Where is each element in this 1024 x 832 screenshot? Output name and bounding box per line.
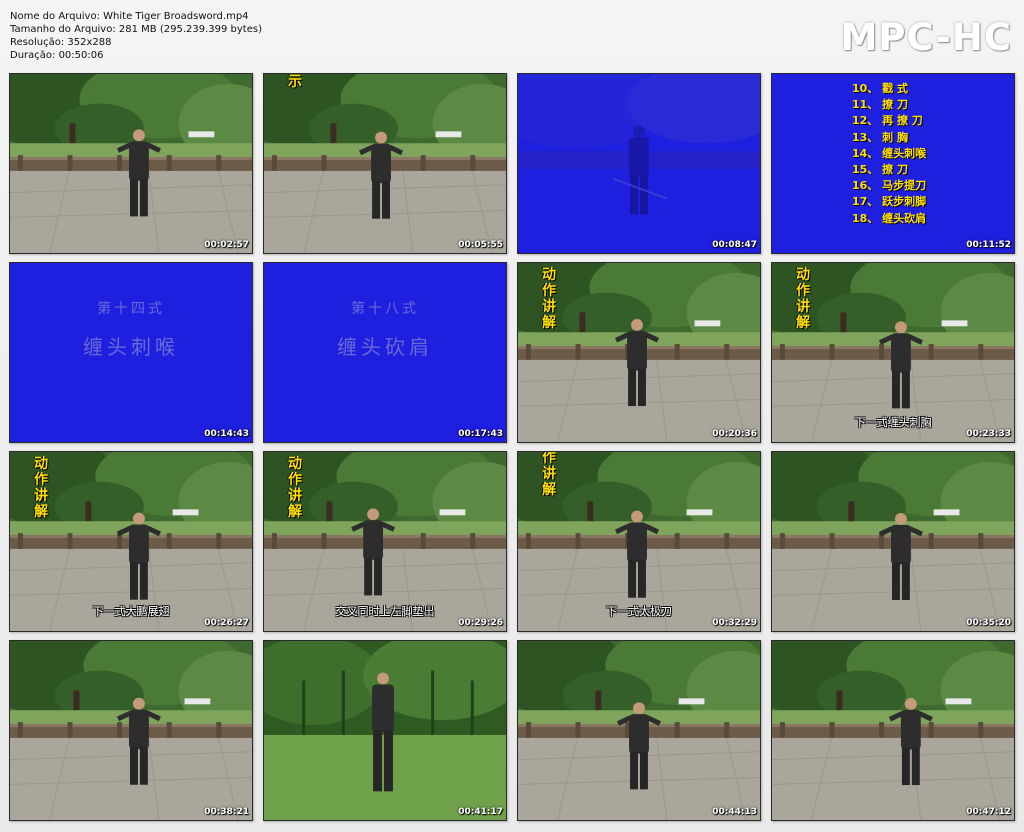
form-move-item: 18、 缠头砍肩 bbox=[852, 211, 927, 225]
video-frame-image bbox=[10, 641, 252, 820]
form-move-list: 10、 戳 式 11、 撩 刀 12、 再 撩 刀 13、 刺 胸 14、 缠头刺喉 15… bbox=[852, 81, 926, 227]
thumbnail-timestamp: 00:26:27 bbox=[204, 618, 249, 628]
video-frame-image bbox=[264, 641, 506, 820]
thumbnail-timestamp: 00:38:21 bbox=[204, 807, 249, 817]
video-subtitle: 下一式缠头刺胸 bbox=[854, 416, 932, 429]
thumbnail-timestamp: 00:32:29 bbox=[712, 618, 757, 628]
form-move-item: 10、 戳 式 bbox=[852, 82, 908, 95]
thumbnail-timestamp: 00:44:13 bbox=[712, 807, 757, 817]
thumbnail-timestamp: 00:35:20 bbox=[966, 618, 1011, 628]
video-thumbnail: 00:35:20 bbox=[771, 451, 1015, 632]
file-size: Tamanho do Arquivo: 281 MB (295.239.399 … bbox=[10, 24, 262, 35]
video-thumbnail: 00:08:47 bbox=[517, 73, 761, 254]
video-thumbnail: 00:41:17 bbox=[263, 640, 507, 821]
form-move-item: 14、 缠头刺喉 bbox=[852, 146, 927, 160]
video-thumbnail: 第十四式缠头刺喉 00:14:43 bbox=[9, 262, 253, 443]
chapter-name: 缠头砍肩 bbox=[337, 335, 433, 359]
thumbnail-timestamp: 00:11:52 bbox=[966, 240, 1011, 250]
form-move-item: 15、 撩 刀 bbox=[852, 163, 908, 177]
thumbnail-grid: 00:02:57 示 00:05:55 00:08:47 10、 戳 式 11、… bbox=[9, 73, 1015, 821]
form-move-item: 17、 跃步刺脚 bbox=[852, 195, 927, 209]
form-move-item: 13、 刺 胸 bbox=[852, 130, 908, 144]
video-thumbnail: 动作讲解交叉同时上左脚垫出 00:29:26 bbox=[263, 451, 507, 632]
video-thumbnail: 00:47:12 bbox=[771, 640, 1015, 821]
vertical-caption: 示 bbox=[288, 74, 302, 90]
chapter-title-card: 第十八式 缠头砍肩 bbox=[264, 299, 506, 367]
video-thumbnail: 作讲解下一式太极刀 00:32:29 bbox=[517, 451, 761, 632]
form-move-item: 12、 再 撩 刀 bbox=[852, 114, 923, 128]
video-frame-image bbox=[772, 641, 1014, 820]
chapter-number: 第十四式 bbox=[97, 301, 165, 317]
video-duration: Duração: 00:50:06 bbox=[10, 50, 104, 61]
video-thumbnail: 00:38:21 bbox=[9, 640, 253, 821]
form-move-item: 16、 马步提刀 bbox=[852, 179, 927, 193]
video-thumbnail: 动作讲解 00:20:36 bbox=[517, 262, 761, 443]
video-frame-image bbox=[518, 74, 760, 253]
video-subtitle: 交叉同时上左脚垫出 bbox=[335, 605, 435, 618]
vertical-caption: 动作讲解 bbox=[34, 456, 48, 520]
video-thumbnail: 第十八式缠头砍肩 00:17:43 bbox=[263, 262, 507, 443]
video-frame-image bbox=[772, 452, 1014, 631]
video-thumbnail: 00:44:13 bbox=[517, 640, 761, 821]
file-name: Nome do Arquivo: White Tiger Broadsword.… bbox=[10, 11, 249, 22]
video-thumbnail: 动作讲解下一式大鹏展翅 00:26:27 bbox=[9, 451, 253, 632]
video-subtitle: 下一式太极刀 bbox=[606, 605, 672, 618]
video-thumbnail: 示 00:05:55 bbox=[263, 73, 507, 254]
chapter-title-card: 第十四式 缠头刺喉 bbox=[10, 299, 252, 367]
video-frame-image bbox=[10, 74, 252, 253]
video-thumbnail: 10、 戳 式 11、 撩 刀 12、 再 撩 刀 13、 刺 胸 14、 缠头刺喉 15… bbox=[771, 73, 1015, 254]
video-frame-image bbox=[264, 74, 506, 253]
thumbnail-timestamp: 00:05:55 bbox=[458, 240, 503, 250]
form-move-item: 11、 撩 刀 bbox=[852, 98, 908, 112]
thumbnail-timestamp: 00:14:43 bbox=[204, 429, 249, 439]
thumbnail-timestamp: 00:02:57 bbox=[204, 240, 249, 250]
thumbnail-timestamp: 00:23:33 bbox=[966, 429, 1011, 439]
video-resolution: Resolução: 352x288 bbox=[10, 37, 112, 48]
thumbnail-timestamp: 00:47:12 bbox=[966, 807, 1011, 817]
mpc-hc-logo: MPC-HC bbox=[840, 16, 1012, 59]
thumbnail-timestamp: 00:41:17 bbox=[458, 807, 503, 817]
video-thumbnail: 动作讲解下一式缠头刺胸 00:23:33 bbox=[771, 262, 1015, 443]
vertical-caption: 动作讲解 bbox=[288, 456, 302, 520]
thumbnail-timestamp: 00:20:36 bbox=[712, 429, 757, 439]
chapter-name: 缠头刺喉 bbox=[83, 335, 179, 359]
video-thumbnail: 00:02:57 bbox=[9, 73, 253, 254]
video-frame-image bbox=[518, 641, 760, 820]
chapter-number: 第十八式 bbox=[351, 301, 419, 317]
thumbnail-timestamp: 00:29:26 bbox=[458, 618, 503, 628]
vertical-caption: 动作讲解 bbox=[796, 267, 810, 331]
file-info-header: Nome do Arquivo: White Tiger Broadsword.… bbox=[10, 10, 610, 62]
thumbnail-timestamp: 00:08:47 bbox=[712, 240, 757, 250]
video-subtitle: 下一式大鹏展翅 bbox=[92, 605, 170, 618]
thumbnail-timestamp: 00:17:43 bbox=[458, 429, 503, 439]
vertical-caption: 动作讲解 bbox=[542, 267, 556, 331]
vertical-caption: 作讲解 bbox=[542, 451, 556, 498]
